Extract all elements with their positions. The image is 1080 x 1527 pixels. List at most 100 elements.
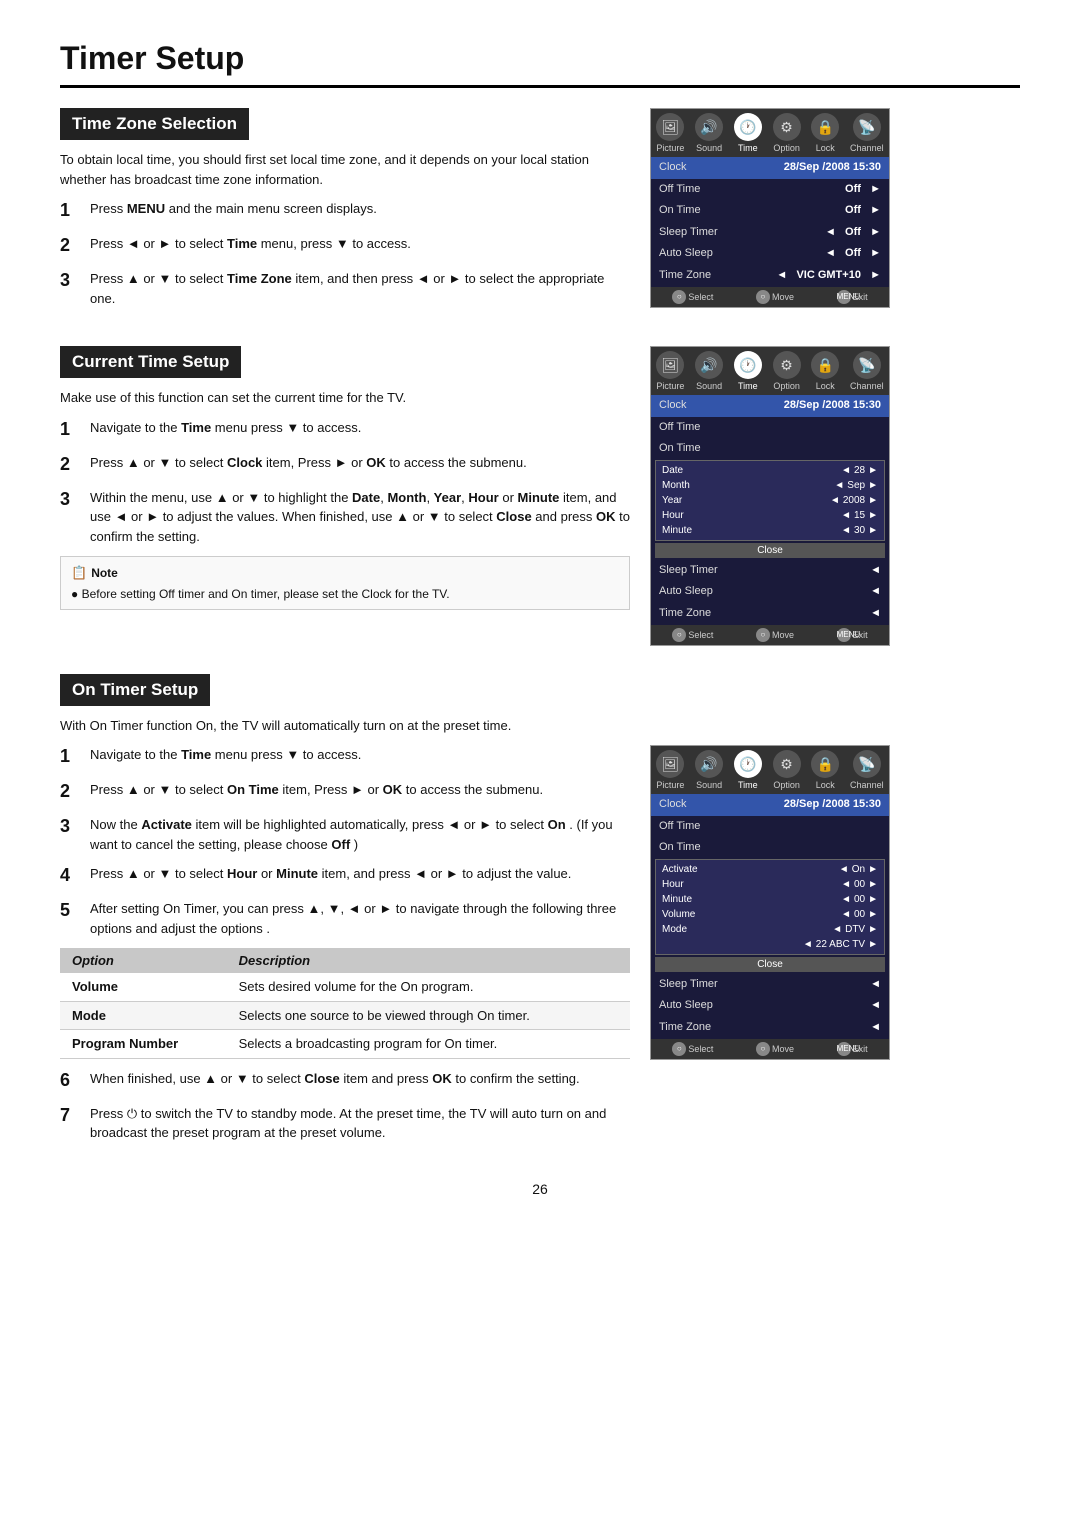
step-num: 2 [60,451,78,478]
on-timer-header: On Timer Setup [60,674,210,706]
time-zone-header: Time Zone Selection [60,108,249,140]
tv-row-clock: Clock 28/Sep /2008 15:30 [651,395,889,417]
step-ot-3: 3 Now the Activate item will be highligh… [60,815,630,854]
tv-menu-1: 🖼 Picture 🔊 Sound 🕐 Time ⚙ Option [650,108,1020,308]
time-icon: 🕐 [734,351,762,379]
submenu-row-channel: ◄ 22 ABC TV ► [662,937,878,952]
tv-row-timezone: Time Zone ◄ [651,603,889,625]
submenu-row-hour: Hour ◄ 15 ► [662,508,878,523]
step-num: 1 [60,197,78,224]
time-zone-steps: 1 Press MENU and the main menu screen di… [60,199,630,308]
sound-icon: 🔊 [695,113,723,141]
tv-row-autosleep: Auto Sleep ◄ Off ► [651,243,889,265]
tv-footer-1: ○ Select ○ Move MENU Exit [651,287,889,307]
tv-submenu-ontimer: Activate ◄ On ► Hour ◄ 00 ► Minute ◄ 00 … [655,859,885,955]
on-timer-steps: 1 Navigate to the Time menu press ▼ to a… [60,745,630,938]
step-text: Now the Activate item will be highlighte… [90,815,630,854]
lock-icon: 🔒 [811,750,839,778]
page-title: Timer Setup [60,40,1020,88]
tv-icon-picture: 🖼 Picture [656,750,684,790]
tv-menu-2: 🖼 Picture 🔊 Sound 🕐 Time ⚙ Option [650,346,1020,646]
tv-icon-time: 🕐 Time [734,351,762,391]
tv-row-clock: Clock 28/Sep /2008 15:30 [651,157,889,179]
step-text: Press ◄ or ► to select Time menu, press … [90,234,411,254]
tv-row-offtime: Off Time [651,816,889,838]
tv-footer-2: ○ Select ○ Move MENU Exit [651,625,889,645]
submenu-row-year: Year ◄ 2008 ► [662,493,878,508]
option-icon: ⚙ [773,750,801,778]
submenu-row-date: Date ◄ 28 ► [662,463,878,478]
submenu-row-activate: Activate ◄ On ► [662,862,878,877]
tv-row-sleep: Sleep Timer ◄ [651,560,889,582]
step-ct-1: 1 Navigate to the Time menu press ▼ to a… [60,418,630,443]
table-row: Mode Selects one source to be viewed thr… [60,1001,630,1030]
step-tz-3: 3 Press ▲ or ▼ to select Time Zone item,… [60,269,630,308]
step-text: After setting On Timer, you can press ▲,… [90,899,630,938]
submenu-row-hour: Hour ◄ 00 ► [662,877,878,892]
step-text: Within the menu, use ▲ or ▼ to highlight… [90,488,630,547]
step-ct-3: 3 Within the menu, use ▲ or ▼ to highlig… [60,488,630,547]
tv-row-ontime: On Time [651,438,889,460]
option-cell: Mode [60,1001,227,1030]
step-num: 1 [60,743,78,770]
step-ot-7: 7 Press ⏻ to switch the TV to standby mo… [60,1104,630,1143]
close-button[interactable]: Close [655,543,885,558]
tv-row-offtime: Off Time [651,417,889,439]
step-tz-1: 1 Press MENU and the main menu screen di… [60,199,630,224]
step-num: 2 [60,232,78,259]
tv-icon-channel: 📡 Channel [850,113,884,153]
description-col-header: Description [227,948,630,973]
step-ot-6: 6 When finished, use ▲ or ▼ to select Cl… [60,1069,630,1094]
tv-row-timezone: Time Zone ◄ VIC GMT+10 ► [651,265,889,287]
option-cell: Volume [60,973,227,1001]
step-text: Navigate to the Time menu press ▼ to acc… [90,418,361,438]
tv-icon-time: 🕐 Time [734,750,762,790]
submenu-row-volume: Volume ◄ 00 ► [662,907,878,922]
note-text: ● Before setting Off timer and On timer,… [71,587,450,601]
submenu-row-minute: Minute ◄ 30 ► [662,523,878,538]
step-text: Press ▲ or ▼ to select Hour or Minute it… [90,864,571,884]
step-text: Press ▲ or ▼ to select On Time item, Pre… [90,780,543,800]
picture-icon: 🖼 [656,113,684,141]
tv-submenu-clock: Date ◄ 28 ► Month ◄ Sep ► Year ◄ 2008 ► [655,460,885,541]
tv-icon-picture: 🖼 Picture [656,113,684,153]
tv-icon-option: ⚙ Option [773,750,801,790]
tv-icon-sound: 🔊 Sound [695,750,723,790]
tv-icon-lock: 🔒 Lock [811,113,839,153]
tv-row-ontime: On Time Off ► [651,200,889,222]
tv-icon-sound: 🔊 Sound [695,113,723,153]
step-num: 4 [60,862,78,889]
step-text: Press ⏻ to switch the TV to standby mode… [90,1104,630,1143]
tv-row-offtime: Off Time Off ► [651,179,889,201]
option-cell: Program Number [60,1030,227,1059]
time-icon: 🕐 [734,113,762,141]
step-num: 6 [60,1067,78,1094]
tv-icon-lock: 🔒 Lock [811,351,839,391]
step-text: Press ▲ or ▼ to select Clock item, Press… [90,453,527,473]
note-icon: 📋 [71,563,87,583]
step-num: 5 [60,897,78,924]
lock-icon: 🔒 [811,351,839,379]
time-icon: 🕐 [734,750,762,778]
channel-icon: 📡 [853,351,881,379]
option-col-header: Option [60,948,227,973]
tv-row-timezone: Time Zone ◄ [651,1017,889,1039]
step-ot-4: 4 Press ▲ or ▼ to select Hour or Minute … [60,864,630,889]
tv-row-sleep: Sleep Timer ◄ [651,974,889,996]
submenu-row-minute: Minute ◄ 00 ► [662,892,878,907]
step-num: 3 [60,267,78,294]
page-number: 26 [60,1181,1020,1197]
desc-cell: Sets desired volume for the On program. [227,973,630,1001]
on-timer-intro: With On Timer function On, the TV will a… [60,716,630,736]
tv-icon-sound: 🔊 Sound [695,351,723,391]
lock-icon: 🔒 [811,113,839,141]
step-ot-1: 1 Navigate to the Time menu press ▼ to a… [60,745,630,770]
close-button-2[interactable]: Close [655,957,885,972]
channel-icon: 📡 [853,750,881,778]
desc-cell: Selects a broadcasting program for On ti… [227,1030,630,1059]
tv-menu-3: 🖼 Picture 🔊 Sound 🕐 Time ⚙ Option [650,745,1020,1060]
tv-icon-time: 🕐 Time [734,113,762,153]
option-table: Option Description Volume Sets desired v… [60,948,630,1059]
step-ot-5: 5 After setting On Timer, you can press … [60,899,630,938]
submenu-row-mode: Mode ◄ DTV ► [662,922,878,937]
